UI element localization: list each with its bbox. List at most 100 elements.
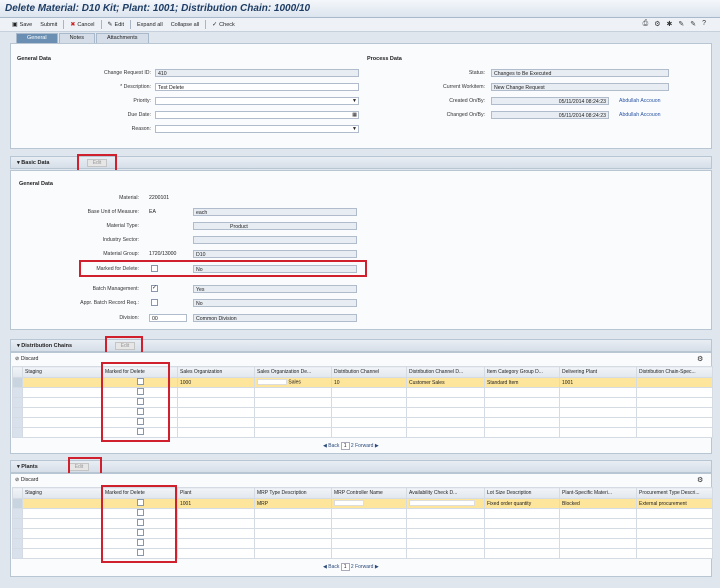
row-selector[interactable] — [12, 518, 23, 529]
pencil-icon[interactable]: ✎ — [690, 20, 696, 28]
table-cell[interactable] — [102, 387, 178, 398]
marked-for-delete-checkbox[interactable] — [136, 398, 144, 405]
table-row[interactable] — [12, 427, 713, 438]
table-cell[interactable] — [102, 498, 178, 509]
collapse-all-button[interactable]: Collapse all — [167, 19, 203, 30]
created-by-link[interactable]: Abdullah Accouon — [619, 98, 661, 104]
table-cell[interactable] — [102, 397, 178, 408]
table-cell[interactable] — [102, 528, 178, 539]
column-header[interactable]: MRP Controller Name — [331, 487, 407, 499]
marked-for-delete-checkbox[interactable] — [136, 549, 144, 556]
column-header[interactable]: Distribution Channel D... — [406, 366, 485, 378]
personalize-icon[interactable]: ✱ — [666, 20, 672, 28]
distribution-discard-button[interactable]: ⊘ Discard — [15, 356, 38, 362]
submit-button[interactable]: Submit — [36, 19, 61, 30]
column-header[interactable]: Plant-Specific Materi... — [559, 487, 637, 499]
batch-management-checkbox[interactable]: ✓ — [151, 285, 158, 292]
column-header[interactable]: Marked for Delete — [102, 366, 178, 378]
back-link[interactable]: ◀ Back — [323, 443, 339, 449]
tab-attachments[interactable]: Attachments — [95, 33, 149, 43]
table-row[interactable] — [12, 528, 713, 539]
marked-for-delete-checkbox[interactable] — [136, 388, 144, 395]
row-selector[interactable] — [12, 427, 23, 438]
pencil-icon[interactable]: ✎ — [678, 20, 684, 28]
table-cell[interactable] — [102, 548, 178, 559]
column-header[interactable]: MRP Type Description — [254, 487, 332, 499]
row-selector-header[interactable] — [12, 366, 23, 378]
description-field[interactable]: Test Delete — [155, 83, 359, 91]
distribution-chains-header[interactable]: ▾ Distribution Chains Edit — [10, 339, 712, 352]
plants-edit-button[interactable]: Edit — [69, 463, 89, 471]
column-header[interactable]: Staging — [22, 366, 103, 378]
check-button[interactable]: ✓ Check — [208, 19, 239, 30]
row-selector[interactable] — [12, 528, 23, 539]
priority-dropdown[interactable]: ▼ — [155, 97, 359, 105]
table-row[interactable] — [12, 397, 713, 408]
table-row[interactable] — [12, 548, 713, 559]
column-header[interactable]: Sales Organization — [177, 366, 255, 378]
marked-for-delete-checkbox[interactable] — [136, 408, 144, 415]
row-selector[interactable] — [12, 377, 23, 388]
table-cell[interactable] — [102, 407, 178, 418]
save-button[interactable]: ▣ Save — [8, 19, 36, 30]
table-cell[interactable] — [102, 417, 178, 428]
marked-for-delete-checkbox[interactable] — [136, 519, 144, 526]
marked-for-delete-checkbox[interactable] — [151, 265, 158, 272]
marked-for-delete-checkbox[interactable] — [136, 499, 144, 506]
table-cell[interactable] — [102, 538, 178, 549]
reason-dropdown[interactable]: ▼ — [155, 125, 359, 133]
table-cell[interactable] — [102, 508, 178, 519]
table-row[interactable] — [12, 538, 713, 549]
column-header[interactable]: Sales Organization De... — [254, 366, 332, 378]
plants-header[interactable]: ▾ Plants Edit — [10, 460, 712, 473]
row-selector[interactable] — [12, 417, 23, 428]
page-number[interactable]: 1 — [340, 442, 350, 450]
marked-for-delete-checkbox[interactable] — [136, 539, 144, 546]
table-cell[interactable] — [102, 377, 178, 388]
cancel-button[interactable]: ✖ Cancel — [66, 19, 98, 30]
column-header[interactable]: Delivering Plant — [559, 366, 637, 378]
forward-link[interactable]: Forward ▶ — [355, 443, 379, 449]
row-selector[interactable] — [12, 498, 23, 509]
row-selector[interactable] — [12, 508, 23, 519]
row-selector[interactable] — [12, 387, 23, 398]
print-icon[interactable]: ⎙ — [643, 20, 649, 28]
table-row[interactable]: 1001 MRP Fixed order quantity Blocked Ex… — [12, 498, 713, 509]
column-header[interactable]: Distribution Channel — [331, 366, 407, 378]
settings-icon[interactable]: ⚙ — [697, 355, 703, 363]
column-header[interactable]: Lot Size Description — [484, 487, 560, 499]
tab-notes[interactable]: Notes — [58, 33, 95, 43]
row-selector[interactable] — [12, 548, 23, 559]
appr-batch-checkbox[interactable] — [151, 299, 158, 306]
back-link[interactable]: ◀ Back — [323, 564, 339, 570]
marked-for-delete-checkbox[interactable] — [136, 378, 144, 385]
forward-link[interactable]: Forward ▶ — [355, 564, 379, 570]
division-field[interactable]: 00 — [149, 314, 187, 322]
column-header[interactable]: Item Category Group D... — [484, 366, 560, 378]
table-cell[interactable] — [102, 427, 178, 438]
marked-for-delete-checkbox[interactable] — [136, 529, 144, 536]
calendar-icon[interactable]: ▦ — [352, 112, 357, 118]
row-selector[interactable] — [12, 407, 23, 418]
marked-for-delete-checkbox[interactable] — [136, 428, 144, 435]
marked-for-delete-checkbox[interactable] — [136, 509, 144, 516]
table-row[interactable] — [12, 407, 713, 418]
table-row[interactable] — [12, 518, 713, 529]
column-header[interactable]: Marked for Delete — [102, 487, 178, 499]
settings-icon[interactable]: ⚙ — [654, 20, 660, 28]
row-selector[interactable] — [12, 397, 23, 408]
tab-general[interactable]: General — [16, 33, 58, 43]
column-header[interactable]: Availability Check D... — [406, 487, 485, 499]
table-row[interactable] — [12, 417, 713, 428]
help-icon[interactable]: ? — [702, 20, 706, 28]
edit-button[interactable]: ✎ Edit — [104, 19, 129, 30]
expand-all-button[interactable]: Expand all — [133, 19, 167, 30]
marked-for-delete-checkbox[interactable] — [136, 418, 144, 425]
distribution-edit-button[interactable]: Edit — [115, 342, 135, 350]
row-selector[interactable] — [12, 538, 23, 549]
due-date-field[interactable]: ▦ — [155, 111, 359, 119]
column-header[interactable]: Plant — [177, 487, 255, 499]
column-header[interactable]: Procurement Type Descri... — [636, 487, 713, 499]
table-row[interactable] — [12, 508, 713, 519]
row-selector-header[interactable] — [12, 487, 23, 499]
